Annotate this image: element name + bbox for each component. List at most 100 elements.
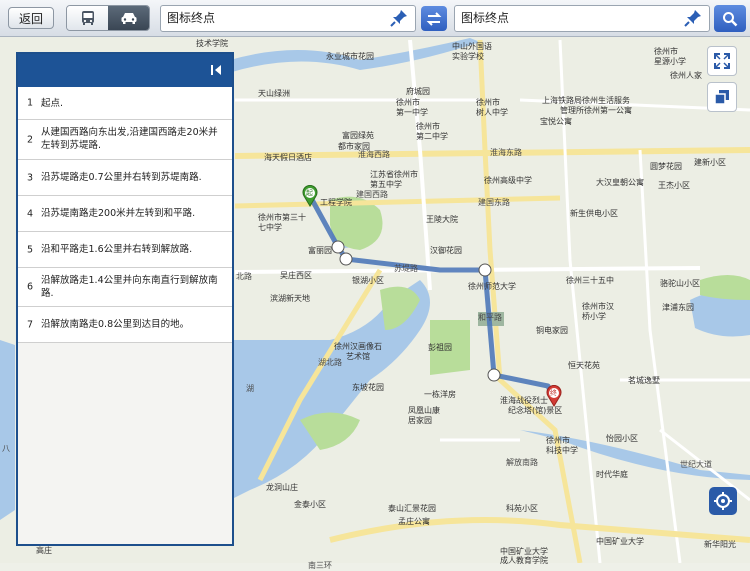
road-label: 淮海东路 (490, 148, 522, 157)
step-number: 4 (27, 208, 34, 219)
poi-label[interactable]: 津浦东园 (662, 302, 694, 313)
poi-label[interactable]: 吴庄西区 (280, 270, 312, 281)
bus-mode-button[interactable] (67, 6, 108, 30)
panel-header (18, 54, 232, 87)
poi-label[interactable]: 怡园小区 (606, 433, 638, 444)
poi-label[interactable]: 一栋洋房 (424, 389, 456, 400)
poi-label[interactable]: 徐州高级中学 (484, 175, 532, 186)
poi-label[interactable]: 汉御花园 (430, 245, 462, 256)
pushpin-icon[interactable] (389, 8, 409, 28)
step-text: 沿苏堤南路走200米并左转到和平路. (41, 208, 196, 219)
route-step[interactable]: 7 沿解放南路走0.8公里到达目的地。 (18, 307, 232, 343)
poi-label[interactable]: 滨湖新天地 (270, 293, 310, 304)
poi-label[interactable]: 星源小学 (654, 56, 686, 67)
route-step[interactable]: 3 沿苏堤路走0.7公里并右转到苏堤南路. (18, 160, 232, 196)
step-text: 沿和平路走1.6公里并右转到解放路. (41, 244, 193, 255)
poi-label[interactable]: 管理所徐州第一公寓 (560, 105, 632, 116)
poi-label[interactable]: 徐州人家 (670, 70, 702, 81)
poi-label[interactable]: 建新小区 (694, 157, 726, 168)
search-icon (723, 11, 738, 26)
road-label: 北路 (236, 272, 252, 281)
poi-label[interactable]: 富丽园 (308, 245, 332, 256)
poi-label[interactable]: 永业城市花园 (326, 51, 374, 62)
road-label: 建国东路 (478, 198, 510, 207)
step-number: 1 (27, 97, 34, 109)
poi-label[interactable]: 高庄 (36, 545, 52, 556)
layers-button[interactable] (707, 82, 737, 112)
poi-label[interactable]: 桥小学 (582, 311, 606, 322)
pushpin-icon[interactable] (683, 8, 703, 28)
step-number: 5 (27, 244, 34, 255)
poi-label[interactable]: 技术学院 (196, 38, 228, 49)
step-text: 从建国西路向东出发,沿建国西路走20米并左转到苏堤路. (41, 127, 218, 151)
poi-label[interactable]: 纪念塔(馆)景区 (508, 405, 562, 416)
poi-label[interactable]: 时代华庭 (596, 469, 628, 480)
poi-label[interactable]: 泰山汇景花园 (388, 503, 436, 514)
route-waypoint[interactable] (339, 252, 353, 266)
route-waypoint[interactable] (478, 263, 492, 277)
poi-label[interactable]: 府城园 (406, 86, 430, 97)
bus-icon (81, 11, 94, 25)
road-label: 建国西路 (356, 190, 388, 199)
step-number: 3 (27, 172, 34, 183)
poi-label[interactable]: 中国矿业大学 (596, 536, 644, 547)
poi-label[interactable]: 茗城逸墅 (628, 375, 660, 386)
poi-label[interactable]: 实验学校 (452, 51, 484, 62)
swap-points-button[interactable] (421, 6, 447, 31)
poi-label[interactable]: 宝悦公寓 (540, 116, 572, 127)
poi-label[interactable]: 第二中学 (416, 131, 448, 142)
route-step[interactable]: 5 沿和平路走1.6公里并右转到解放路. (18, 232, 232, 268)
poi-label[interactable]: 彭祖园 (428, 342, 452, 353)
search-button[interactable] (714, 5, 746, 32)
poi-label[interactable]: 圆梦花园 (650, 161, 682, 172)
poi-label[interactable]: 王陵大院 (426, 214, 458, 225)
layers-icon (714, 90, 729, 105)
route-step[interactable]: 1 起点. (18, 87, 232, 120)
locate-me-button[interactable] (709, 487, 737, 515)
poi-label[interactable]: 王杰小区 (658, 180, 690, 191)
collapse-panel-icon[interactable] (210, 64, 222, 76)
poi-label[interactable]: 骆驼山小区 (660, 278, 700, 289)
poi-label[interactable]: 孟庄公寓 (398, 516, 430, 527)
poi-label[interactable]: 居家园 (408, 415, 432, 426)
poi-label[interactable]: 树人中学 (476, 107, 508, 118)
road-label: 世纪大道 (680, 460, 712, 469)
route-waypoint[interactable] (331, 240, 345, 254)
poi-label[interactable]: 第一中学 (396, 107, 428, 118)
poi-label[interactable]: 大汉皇朝公寓 (596, 177, 644, 188)
car-mode-button[interactable] (108, 6, 149, 30)
poi-label[interactable]: 恒天花苑 (568, 360, 600, 371)
poi-label[interactable]: 徐州师范大学 (468, 281, 516, 292)
poi-label[interactable]: 天山绿洲 (258, 88, 290, 99)
back-button[interactable]: 返回 (8, 7, 54, 29)
poi-label[interactable]: 金泰小区 (294, 499, 326, 510)
poi-label[interactable]: 新华阳光 (704, 539, 736, 550)
poi-label[interactable]: 龙洞山庄 (266, 482, 298, 493)
poi-label[interactable]: 银湖小区 (352, 275, 384, 286)
route-waypoint[interactable] (487, 368, 501, 382)
poi-label[interactable]: 艺术馆 (346, 351, 370, 362)
poi-label[interactable]: 科苑小区 (506, 503, 538, 514)
poi-label[interactable]: 东坡花园 (352, 382, 384, 393)
route-step[interactable]: 6 沿解放路走1.4公里并向东南直行到解放南路. (18, 268, 232, 307)
poi-label[interactable]: 科技中学 (546, 445, 578, 456)
poi-label[interactable]: 海天假日酒店 (264, 152, 312, 163)
road-label: 八 (2, 444, 10, 453)
poi-label[interactable]: 徐州三十五中 (566, 275, 614, 286)
end-marker[interactable]: 终 (546, 385, 562, 407)
poi-label[interactable]: 七中学 (258, 222, 282, 233)
poi-label[interactable]: 新生供电小区 (570, 208, 618, 219)
fullscreen-button[interactable] (707, 46, 737, 76)
end-point-field[interactable]: 图标终点 (454, 5, 710, 32)
poi-label[interactable]: 工程学院 (320, 197, 352, 208)
route-step[interactable]: 4 沿苏堤南路走200米并左转到和平路. (18, 196, 232, 232)
start-marker[interactable]: 起 (302, 185, 318, 207)
step-text: 沿苏堤路走0.7公里并右转到苏堤南路. (41, 172, 202, 183)
step-number: 2 (27, 134, 34, 145)
end-marker-label: 终 (550, 389, 557, 397)
route-step[interactable]: 2 从建国西路向东出发,沿建国西路走20米并左转到苏堤路. (18, 120, 232, 160)
start-point-field[interactable]: 图标终点 (160, 5, 416, 32)
poi-label[interactable]: 铜电家园 (536, 325, 568, 336)
poi-label[interactable]: 富园绿苑 (342, 130, 374, 141)
poi-label[interactable]: 成人教育学院 (500, 555, 548, 566)
